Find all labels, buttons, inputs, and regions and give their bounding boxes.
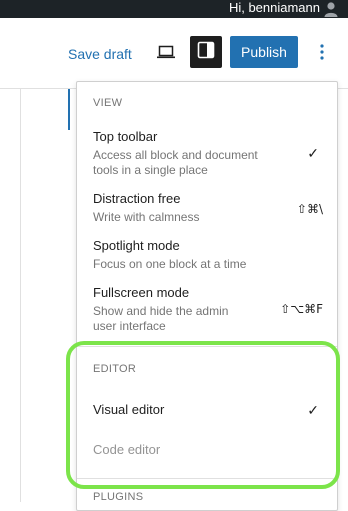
menu-item-description: Focus on one block at a time [93,257,247,271]
user-avatar-icon[interactable] [322,0,340,18]
sidebar-toggle-icon [197,41,215,64]
view-group-label: VIEW [93,97,123,109]
menu-item-visual-editor[interactable]: Visual editor ✓ [77,402,337,422]
check-icon: ✓ [307,402,319,418]
admin-bar: Hi, benniamann [0,0,348,18]
settings-sidebar-button[interactable] [190,36,222,68]
options-dropdown: VIEW Top toolbar Access all block and do… [76,81,338,511]
menu-item-title: Visual editor [93,402,165,417]
menu-item-description: Show and hide the admin user interface [93,304,229,333]
active-tab-indicator [68,89,70,130]
menu-item-title: Fullscreen mode [93,285,190,300]
publish-button[interactable]: Publish [230,36,298,68]
more-vertical-icon [319,43,325,66]
menu-item-title: Spotlight mode [93,238,180,253]
menu-item-title: Distraction free [93,191,181,206]
menu-item-title: Code editor [93,442,161,457]
plugins-group-label: PLUGINS [93,491,144,503]
menu-item-fullscreen-mode[interactable]: Fullscreen mode Show and hide the admin … [77,285,337,333]
menu-separator [77,346,337,347]
menu-item-code-editor[interactable]: Code editor [77,442,337,462]
laptop-icon [156,44,176,65]
menu-item-spotlight-mode[interactable]: Spotlight mode Focus on one block at a t… [77,238,337,271]
preview-button[interactable] [152,40,180,68]
editor-header: Save draft Publish [0,18,348,89]
menu-item-top-toolbar[interactable]: Top toolbar Access all block and documen… [77,129,337,177]
menu-item-distraction-free[interactable]: Distraction free Write with calmness ⇧⌘\ [77,191,337,224]
menu-separator [77,478,337,479]
options-menu-button[interactable] [310,40,334,68]
editor-group-label: EDITOR [93,363,137,375]
menu-item-shortcut: ⇧⌘\ [296,202,323,216]
save-draft-button[interactable]: Save draft [64,40,136,68]
canvas-divider [20,89,21,502]
menu-item-title: Top toolbar [93,129,158,144]
check-icon: ✓ [307,145,319,161]
menu-item-description: Access all block and document tools in a… [93,148,258,177]
menu-item-shortcut: ⇧⌥⌘F [280,302,323,316]
admin-bar-greeting[interactable]: Hi, benniamann [229,0,320,18]
menu-item-description: Write with calmness [93,210,200,224]
